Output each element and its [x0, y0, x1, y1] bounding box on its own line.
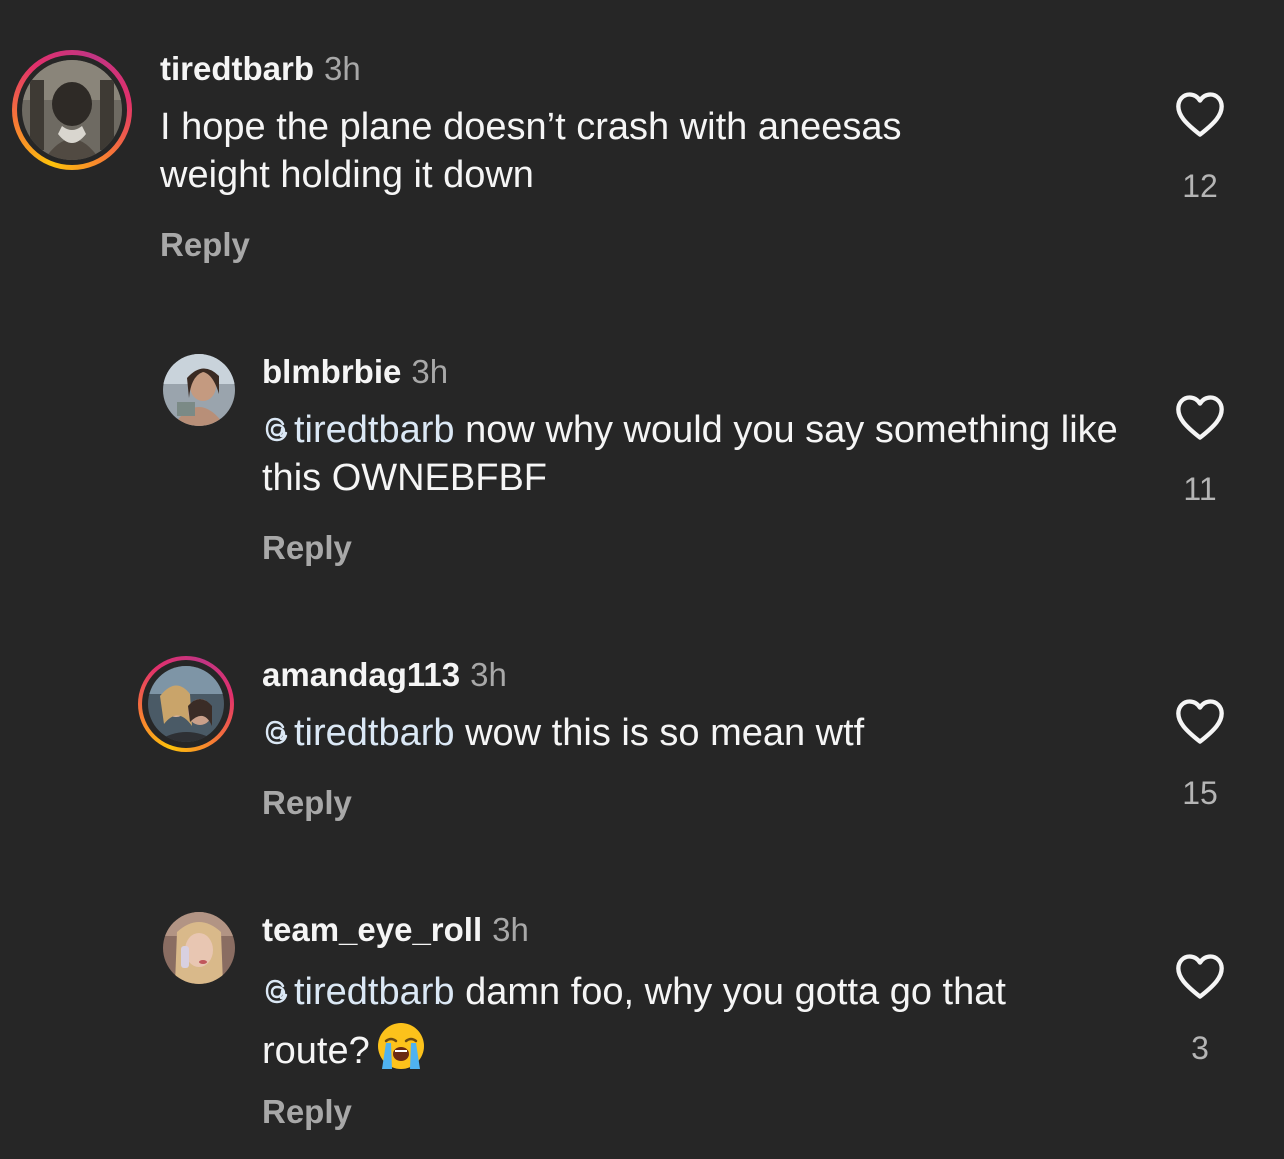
username[interactable]: team_eye_roll: [262, 911, 482, 948]
loudly-crying-face-icon: [376, 1021, 426, 1088]
mention-link[interactable]: tiredtbarb: [262, 971, 455, 1013]
heart-outline-icon[interactable]: [1170, 952, 1230, 1000]
like-control: 3: [1170, 952, 1230, 1068]
timestamp: 3h: [492, 911, 529, 948]
avatar[interactable]: [163, 912, 235, 984]
comment-item: team_eye_roll 3h tiredtbarb damn foo, why…: [0, 0, 1284, 1159]
comment-text: tiredtbarb damn foo, why you gotta go th…: [262, 964, 1082, 1088]
threads-at-icon: [265, 979, 288, 1004]
mention-username[interactable]: tiredtbarb: [294, 971, 455, 1013]
reply-button[interactable]: Reply: [262, 1092, 352, 1132]
like-count: 3: [1191, 1030, 1209, 1066]
